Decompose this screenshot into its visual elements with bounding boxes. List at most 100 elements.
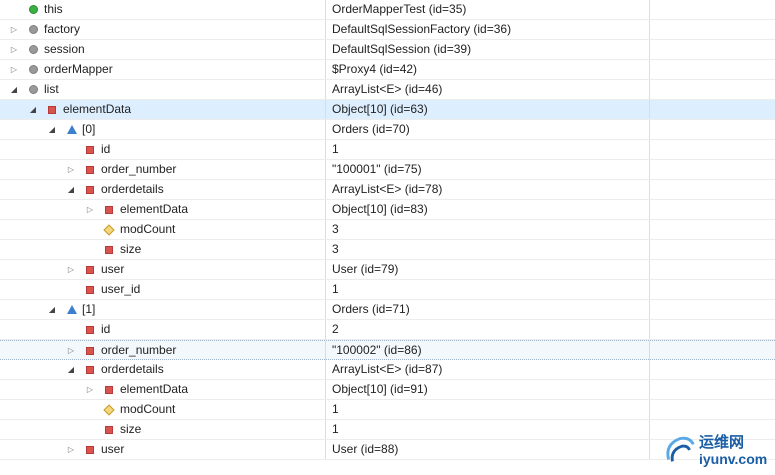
variable-name-cell[interactable]: order_number bbox=[0, 160, 326, 179]
collapse-arrow-icon[interactable] bbox=[8, 40, 20, 59]
variable-name-cell[interactable]: order_number bbox=[0, 341, 326, 360]
variable-value-cell[interactable]: Orders (id=70) bbox=[326, 120, 650, 139]
variable-name-cell[interactable]: factory bbox=[0, 20, 326, 39]
variable-name-cell[interactable]: id bbox=[0, 140, 326, 159]
variable-row[interactable]: id 1 bbox=[0, 140, 775, 160]
variable-value-cell[interactable]: ArrayList<E> (id=87) bbox=[326, 360, 650, 379]
variable-name-cell[interactable]: list bbox=[0, 80, 326, 99]
variable-name-cell[interactable]: size bbox=[0, 240, 326, 259]
variable-row[interactable]: user User (id=79) bbox=[0, 260, 775, 280]
collapse-arrow-icon[interactable] bbox=[65, 260, 77, 279]
variable-value-cell[interactable]: "100002" (id=86) bbox=[326, 341, 650, 360]
variable-value-cell[interactable]: 2 bbox=[326, 320, 650, 339]
variable-name-cell[interactable]: modCount bbox=[0, 400, 326, 419]
variable-value-cell[interactable]: Object[10] (id=91) bbox=[326, 380, 650, 399]
object-icon bbox=[29, 5, 38, 14]
variable-value: Object[10] (id=83) bbox=[332, 202, 428, 216]
collapse-arrow-icon[interactable] bbox=[8, 60, 20, 79]
expand-arrow-icon[interactable] bbox=[27, 100, 39, 119]
variable-row[interactable]: orderdetails ArrayList<E> (id=78) bbox=[0, 180, 775, 200]
watermark: 运维网 iyunv.com bbox=[661, 429, 771, 473]
variable-row[interactable]: user User (id=88) bbox=[0, 440, 775, 460]
variable-row[interactable]: [1] Orders (id=71) bbox=[0, 300, 775, 320]
variable-row[interactable]: modCount 1 bbox=[0, 400, 775, 420]
extra-column-cell bbox=[650, 140, 775, 159]
variable-value-cell[interactable]: 1 bbox=[326, 400, 650, 419]
variable-value-cell[interactable]: 1 bbox=[326, 140, 650, 159]
variable-row[interactable]: order_number "100001" (id=75) bbox=[0, 160, 775, 180]
variable-name-cell[interactable]: [0] bbox=[0, 120, 326, 139]
variable-value-cell[interactable]: $Proxy4 (id=42) bbox=[326, 60, 650, 79]
variable-name-cell[interactable]: modCount bbox=[0, 220, 326, 239]
variable-value-cell[interactable]: 1 bbox=[326, 280, 650, 299]
variable-value-cell[interactable]: Object[10] (id=63) bbox=[326, 100, 650, 119]
variable-row[interactable]: session DefaultSqlSession (id=39) bbox=[0, 40, 775, 60]
variable-row[interactable]: size 1 bbox=[0, 420, 775, 440]
variable-name-cell[interactable]: elementData bbox=[0, 380, 326, 399]
variable-name-cell[interactable]: orderdetails bbox=[0, 360, 326, 379]
variable-row[interactable]: orderMapper $Proxy4 (id=42) bbox=[0, 60, 775, 80]
variable-value-cell[interactable]: "100001" (id=75) bbox=[326, 160, 650, 179]
expand-arrow-icon[interactable] bbox=[46, 300, 58, 319]
variable-value-cell[interactable]: 1 bbox=[326, 420, 650, 439]
variable-value-cell[interactable]: DefaultSqlSession (id=39) bbox=[326, 40, 650, 59]
variable-value-cell[interactable]: ArrayList<E> (id=46) bbox=[326, 80, 650, 99]
watermark-title: 运维网 bbox=[699, 434, 745, 451]
variable-row[interactable]: elementData Object[10] (id=91) bbox=[0, 380, 775, 400]
expand-arrow-icon[interactable] bbox=[65, 180, 77, 199]
variable-name-cell[interactable]: this bbox=[0, 0, 326, 19]
variables-tree[interactable]: this OrderMapperTest (id=35) factory Defaul… bbox=[0, 0, 775, 460]
variable-value-cell[interactable]: ArrayList<E> (id=78) bbox=[326, 180, 650, 199]
variable-name-cell[interactable]: elementData bbox=[0, 200, 326, 219]
collapse-arrow-icon[interactable] bbox=[8, 20, 20, 39]
variable-name-cell[interactable]: [1] bbox=[0, 300, 326, 319]
expand-arrow-icon[interactable] bbox=[46, 120, 58, 139]
variable-value-cell[interactable]: DefaultSqlSessionFactory (id=36) bbox=[326, 20, 650, 39]
variable-name-cell[interactable]: orderMapper bbox=[0, 60, 326, 79]
collapse-arrow-icon[interactable] bbox=[65, 341, 77, 360]
variable-row[interactable]: factory DefaultSqlSessionFactory (id=36) bbox=[0, 20, 775, 40]
variable-row[interactable]: modCount 3 bbox=[0, 220, 775, 240]
variable-row[interactable]: list ArrayList<E> (id=46) bbox=[0, 80, 775, 100]
variable-name-cell[interactable]: size bbox=[0, 420, 326, 439]
expand-arrow-icon[interactable] bbox=[65, 360, 77, 379]
variable-name-cell[interactable]: user bbox=[0, 440, 326, 459]
variable-value-cell[interactable]: OrderMapperTest (id=35) bbox=[326, 0, 650, 19]
variable-row[interactable]: order_number "100002" (id=86) bbox=[0, 340, 775, 360]
variable-value-cell[interactable]: Orders (id=71) bbox=[326, 300, 650, 319]
collapse-arrow-icon[interactable] bbox=[65, 160, 77, 179]
variable-row[interactable]: user_id 1 bbox=[0, 280, 775, 300]
variable-value-cell[interactable]: 3 bbox=[326, 220, 650, 239]
collapse-arrow-icon[interactable] bbox=[65, 440, 77, 459]
field-icon bbox=[29, 25, 38, 34]
variable-value-cell[interactable]: Object[10] (id=83) bbox=[326, 200, 650, 219]
variable-row[interactable]: elementData Object[10] (id=63) bbox=[0, 100, 775, 120]
extra-column-cell bbox=[650, 40, 775, 59]
variable-name-cell[interactable]: id bbox=[0, 320, 326, 339]
variable-value: "100001" (id=75) bbox=[332, 162, 422, 176]
variable-name-cell[interactable]: user_id bbox=[0, 280, 326, 299]
variable-name-cell[interactable]: elementData bbox=[0, 100, 326, 119]
variable-value: User (id=79) bbox=[332, 262, 399, 276]
variable-value-cell[interactable]: User (id=79) bbox=[326, 260, 650, 279]
field-icon bbox=[29, 45, 38, 54]
private-field-icon bbox=[105, 426, 113, 434]
collapse-arrow-icon[interactable] bbox=[84, 380, 96, 399]
variable-row[interactable]: id 2 bbox=[0, 320, 775, 340]
variable-row[interactable]: orderdetails ArrayList<E> (id=87) bbox=[0, 360, 775, 380]
variable-row[interactable]: size 3 bbox=[0, 240, 775, 260]
field-icon bbox=[29, 85, 38, 94]
private-field-icon bbox=[86, 146, 94, 154]
variable-value-cell[interactable]: User (id=88) bbox=[326, 440, 650, 459]
variable-row[interactable]: elementData Object[10] (id=83) bbox=[0, 200, 775, 220]
variable-row[interactable]: this OrderMapperTest (id=35) bbox=[0, 0, 775, 20]
variable-name-cell[interactable]: orderdetails bbox=[0, 180, 326, 199]
variable-value-cell[interactable]: 3 bbox=[326, 240, 650, 259]
variable-row[interactable]: [0] Orders (id=70) bbox=[0, 120, 775, 140]
field-icon bbox=[29, 65, 38, 74]
collapse-arrow-icon[interactable] bbox=[84, 200, 96, 219]
variable-name-cell[interactable]: user bbox=[0, 260, 326, 279]
variable-name: user bbox=[101, 262, 125, 276]
expand-arrow-icon[interactable] bbox=[8, 80, 20, 99]
variable-name-cell[interactable]: session bbox=[0, 40, 326, 59]
